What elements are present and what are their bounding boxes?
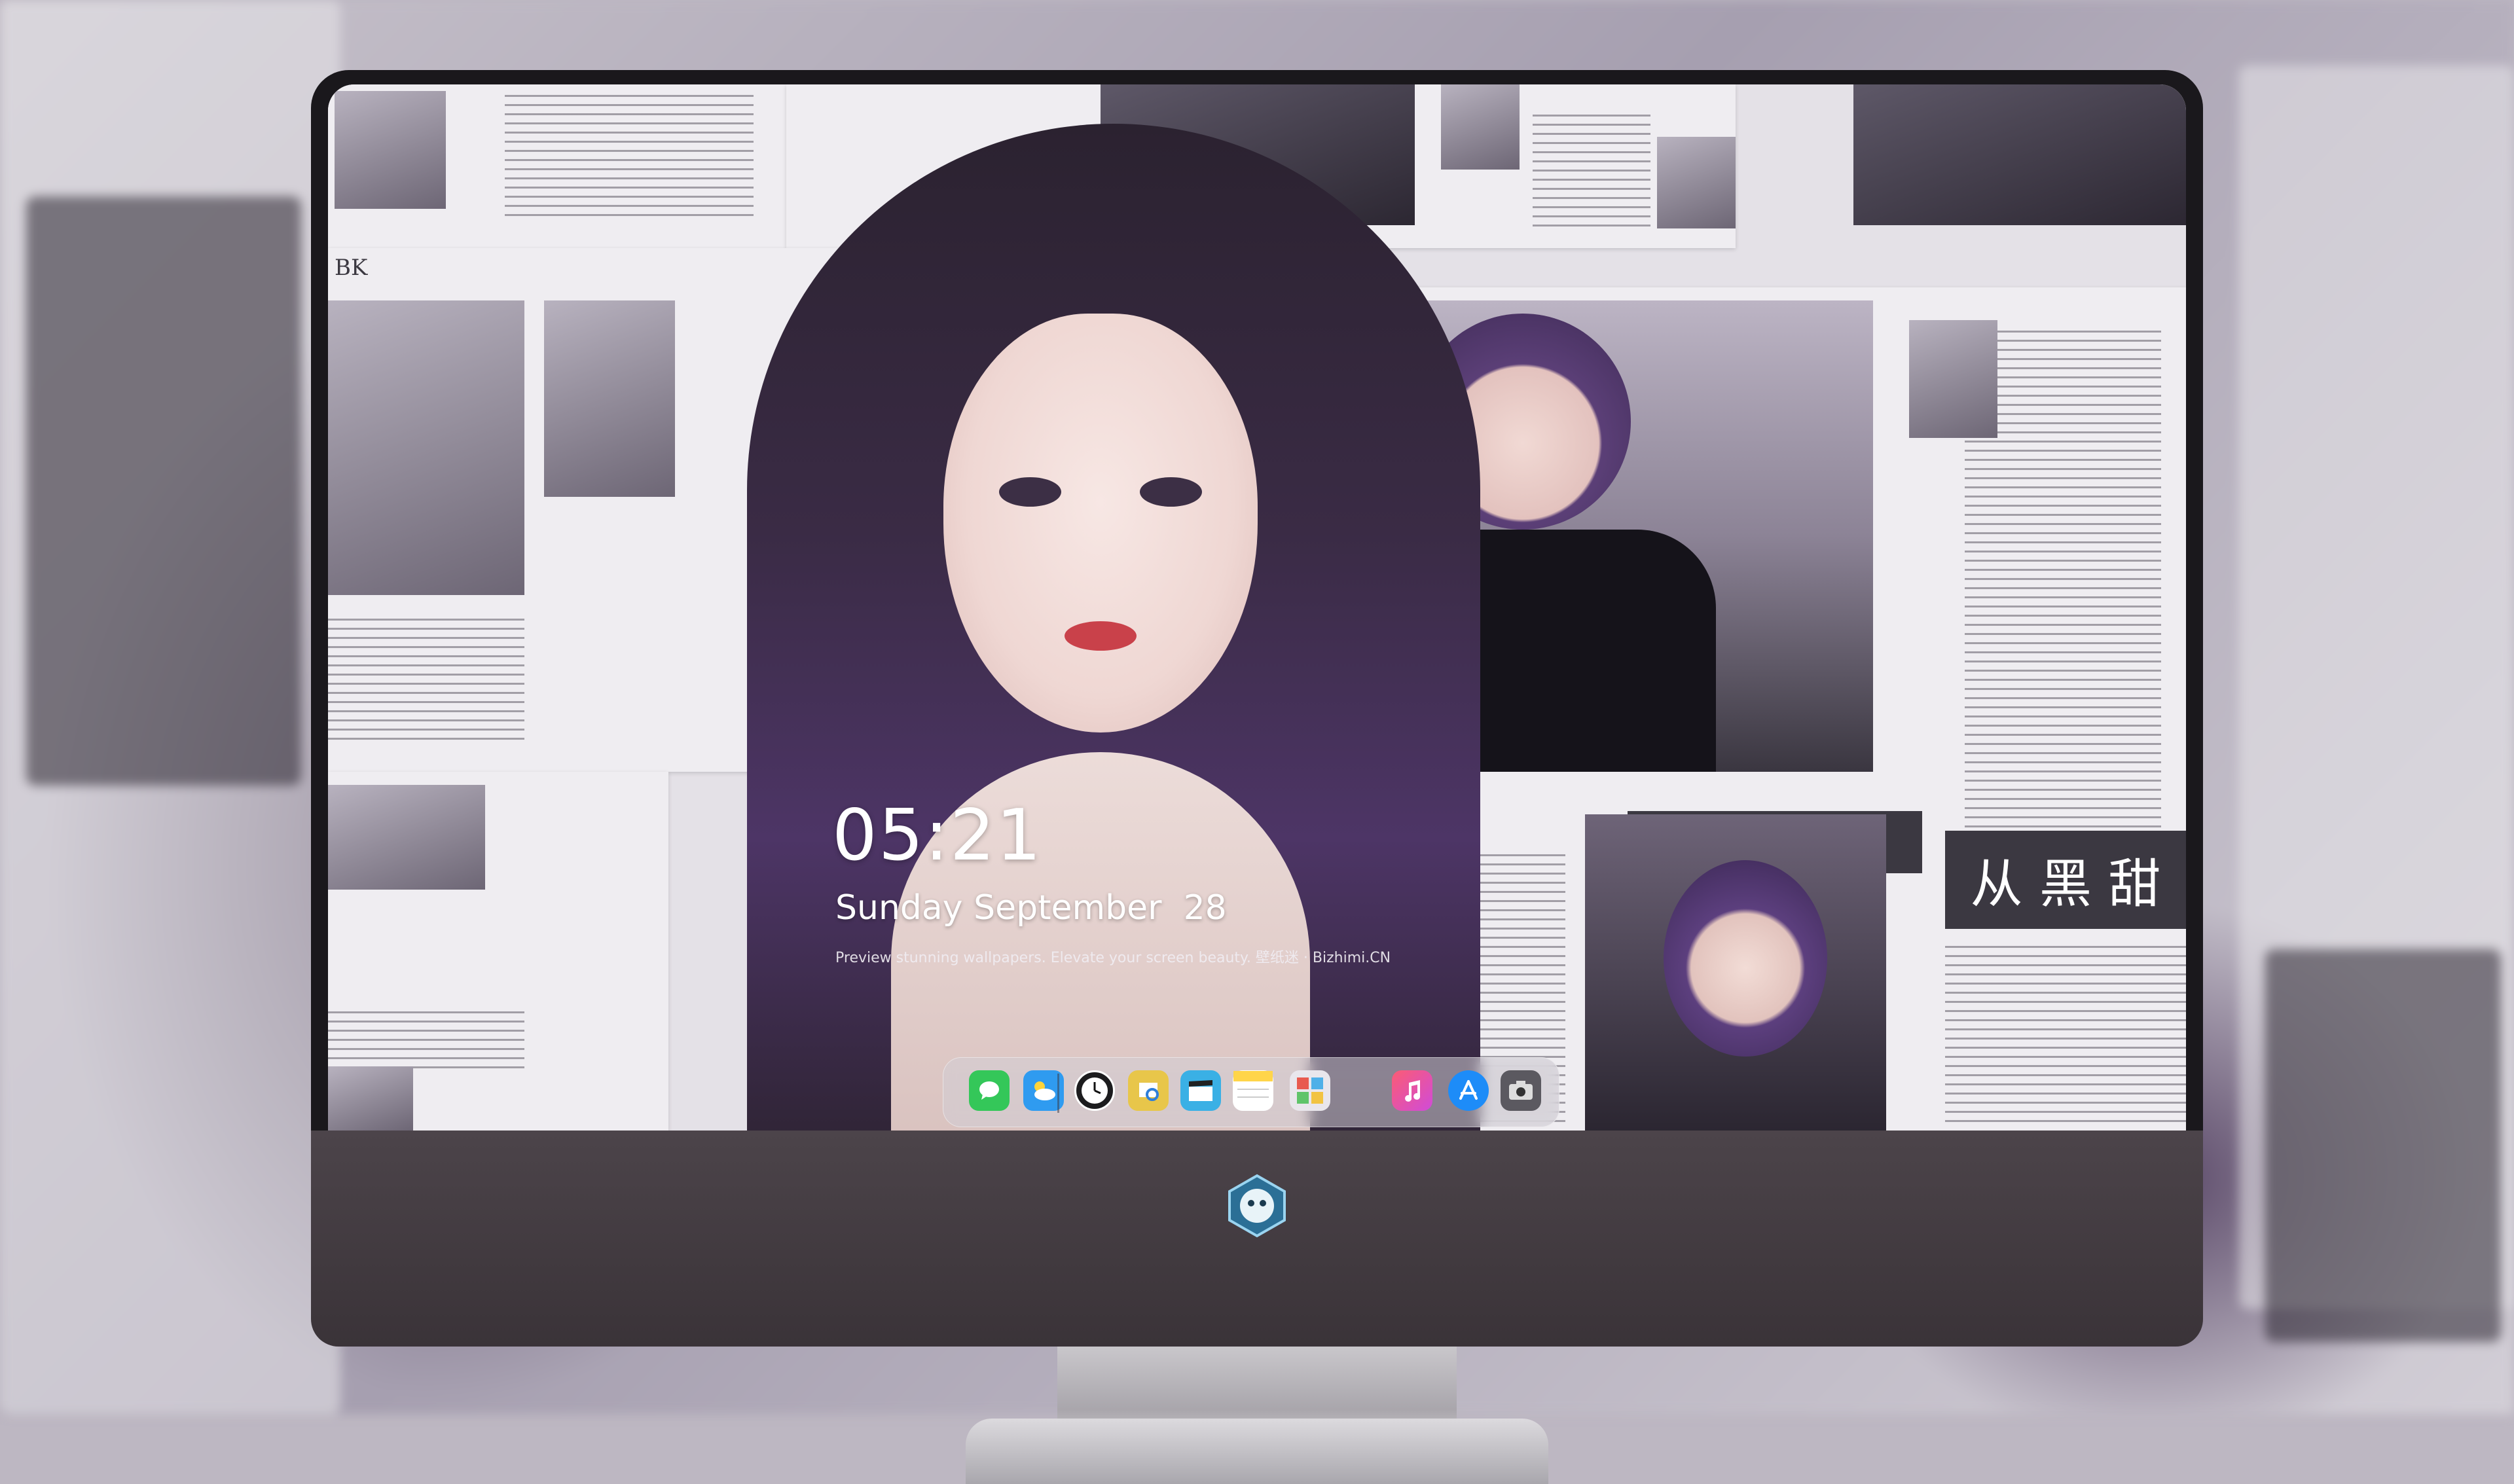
portrait-photo	[1585, 814, 1886, 1131]
clipping-photo	[328, 1066, 413, 1131]
clipping-photo	[328, 785, 485, 890]
app-store-icon[interactable]	[1448, 1070, 1489, 1111]
clipping-photo	[335, 91, 446, 209]
newspaper-clipping	[328, 772, 668, 1131]
portrait-lips	[1065, 621, 1137, 651]
backdrop-panel	[26, 196, 301, 786]
clipping-photo	[328, 300, 524, 595]
dock-separator	[1057, 1074, 1059, 1113]
lock-screen-date: Sunday September 28	[835, 888, 1227, 928]
clipping-text	[1945, 942, 2186, 1125]
wallpaper-tagline: Preview stunning wallpapers. Elevate you…	[835, 950, 1391, 966]
clock-icon[interactable]	[1074, 1070, 1115, 1111]
dragon-logo-icon	[1228, 1174, 1286, 1238]
monitor-chin	[311, 1131, 2203, 1347]
portrait-eye	[1140, 477, 1202, 507]
portrait-eye	[999, 477, 1061, 507]
clipping-photo	[1909, 320, 1997, 438]
suit-photo	[1853, 84, 2186, 225]
photo-booth-icon[interactable]	[1290, 1070, 1330, 1111]
clipping-corner-text: BK	[335, 255, 368, 281]
portrait-face	[943, 314, 1258, 733]
notes-icon[interactable]	[1233, 1070, 1273, 1111]
monitor-stand-base	[966, 1419, 1548, 1484]
clipping-photo	[544, 300, 675, 497]
portrait-head	[1664, 860, 1827, 1057]
clipping-text	[328, 1007, 524, 1073]
main-portrait	[695, 124, 1546, 1131]
preview-icon[interactable]	[1128, 1070, 1169, 1111]
clipping-headline: 从 黑 甜	[1945, 831, 2186, 929]
screenshot-icon[interactable]	[1501, 1070, 1541, 1111]
screen: BK 从 黑 甜 05:21 Sunday September 28 Previ…	[328, 84, 2186, 1131]
lock-screen-time: 05:21	[832, 795, 1043, 877]
clips-icon[interactable]	[1180, 1070, 1221, 1111]
clipping-text	[1533, 111, 1650, 228]
backdrop-panel	[2265, 949, 2501, 1342]
music-icon[interactable]	[1392, 1070, 1432, 1111]
clipping-text	[328, 615, 524, 746]
clipping-photo	[1657, 137, 1736, 228]
messages-icon[interactable]	[969, 1070, 1010, 1111]
